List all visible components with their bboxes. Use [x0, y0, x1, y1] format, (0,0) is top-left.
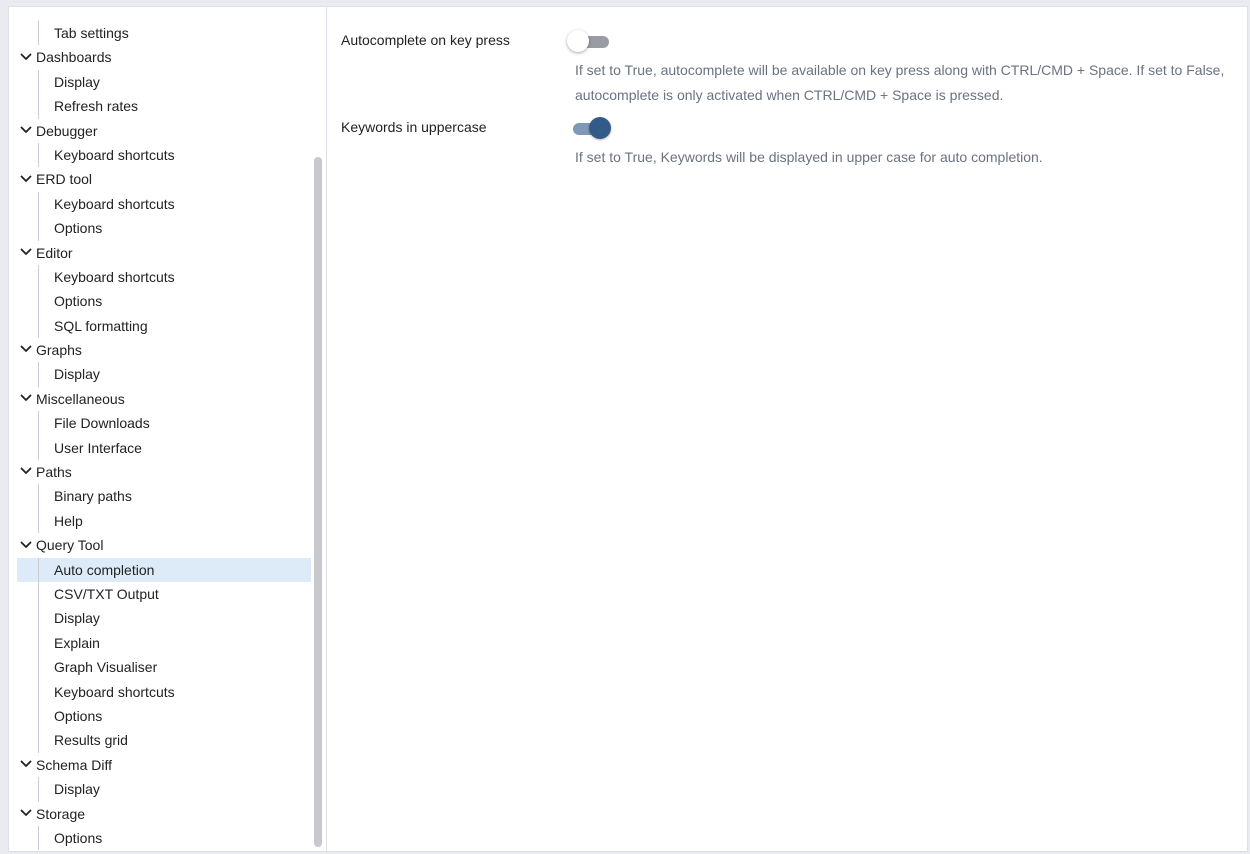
chevron-down-icon[interactable]: [19, 342, 33, 356]
sidebar-item-label: Dashboards: [36, 49, 112, 66]
sidebar-item-label: Display: [54, 366, 100, 383]
setting-help-text: If set to True, autocomplete will be ava…: [575, 62, 1225, 103]
autocomplete-toggle[interactable]: [567, 30, 615, 54]
sidebar-item-options[interactable]: Options: [17, 825, 311, 851]
sidebar-item-label: CSV/TXT Output: [54, 585, 159, 602]
sidebar-item-label: Debugger: [36, 122, 98, 139]
sidebar-group-graphs[interactable]: Graphs: [17, 338, 311, 362]
sidebar-group-debugger[interactable]: Debugger: [17, 119, 311, 143]
sidebar-item-label: Display: [54, 781, 100, 798]
sidebar-item-keyboard-shortcuts[interactable]: Keyboard shortcuts: [17, 679, 311, 705]
setting-label: Keywords in uppercase: [341, 119, 487, 135]
sidebar-item-label: Keyboard shortcuts: [54, 146, 175, 163]
sidebar-item-options[interactable]: Options: [17, 289, 311, 315]
sidebar-item-keyboard-shortcuts[interactable]: Keyboard shortcuts: [17, 142, 311, 168]
sidebar-item-tab-settings[interactable]: Tab settings: [17, 21, 311, 46]
toggle-knob: [567, 30, 589, 52]
sidebar-item-label: User Interface: [54, 439, 142, 456]
sidebar-item-results-grid[interactable]: Results grid: [17, 728, 311, 754]
preferences-sidebar: Tab settings Dashboards Display Refresh rat…: [9, 7, 327, 851]
sidebar-group-editor[interactable]: Editor: [17, 241, 311, 265]
sidebar-item-graph-visualiser[interactable]: Graph Visualiser: [17, 655, 311, 680]
sidebar-group-paths[interactable]: Paths: [17, 460, 311, 484]
sidebar-item-display[interactable]: Display: [17, 69, 311, 95]
sidebar-item-file-downloads[interactable]: File Downloads: [17, 411, 311, 437]
preferences-tree: Tab settings Dashboards Display Refresh rat…: [17, 21, 311, 851]
sidebar-item-auto-completion[interactable]: Auto completion: [17, 557, 311, 583]
sidebar-group-query-tool[interactable]: Query Tool: [17, 533, 311, 557]
sidebar-item-label: Graph Visualiser: [54, 659, 158, 676]
sidebar-group-erd-tool[interactable]: ERD tool: [17, 167, 311, 191]
toggle-knob: [589, 117, 611, 139]
sidebar-item-label: Paths: [36, 464, 72, 481]
sidebar-group-miscellaneous[interactable]: Miscellaneous: [17, 387, 311, 411]
chevron-down-icon[interactable]: [19, 538, 33, 552]
preferences-content: Autocomplete on key press If set to True…: [327, 7, 1247, 851]
sidebar-item-label: Graphs: [36, 342, 82, 359]
setting-help-text: If set to True, Keywords will be display…: [575, 149, 1043, 165]
sidebar-item-label: Explain: [54, 634, 100, 651]
sidebar-item-label: File Downloads: [54, 415, 150, 432]
sidebar-item-label: SQL formatting: [54, 317, 148, 334]
sidebar-item-display[interactable]: Display: [17, 777, 311, 802]
sidebar-item-label: Query Tool: [36, 537, 104, 554]
setting-label: Autocomplete on key press: [341, 32, 510, 48]
sidebar-item-label: Schema Diff: [36, 756, 112, 773]
sidebar-item-label: Auto completion: [54, 561, 155, 578]
chevron-down-icon[interactable]: [19, 757, 33, 771]
sidebar-item-label: Results grid: [54, 732, 128, 749]
sidebar-item-binary-paths[interactable]: Binary paths: [17, 484, 311, 510]
chevron-down-icon[interactable]: [19, 464, 33, 478]
sidebar-item-sql-formatting[interactable]: SQL formatting: [17, 313, 311, 339]
preferences-dialog: Tab settings Dashboards Display Refresh rat…: [8, 6, 1248, 852]
sidebar-item-label: Options: [54, 829, 103, 846]
sidebar-item-label: Keyboard shortcuts: [54, 195, 175, 212]
sidebar-item-keyboard-shortcuts[interactable]: Keyboard shortcuts: [17, 264, 311, 290]
sidebar-item-label: ERD tool: [36, 171, 93, 188]
sidebar-item-label: Keyboard shortcuts: [54, 683, 175, 700]
chevron-down-icon[interactable]: [19, 172, 33, 186]
sidebar-item-label: Binary paths: [54, 488, 132, 505]
sidebar-scrollbar[interactable]: [314, 157, 322, 847]
sidebar-item-display[interactable]: Display: [17, 362, 311, 388]
sidebar-item-options[interactable]: Options: [17, 216, 311, 241]
uppercase-toggle[interactable]: [567, 117, 615, 141]
sidebar-item-keyboard-shortcuts[interactable]: Keyboard shortcuts: [17, 191, 311, 217]
sidebar-item-label: Options: [54, 220, 103, 237]
chevron-down-icon[interactable]: [19, 50, 33, 64]
sidebar-item-label: Options: [54, 293, 103, 310]
sidebar-item-refresh-rates[interactable]: Refresh rates: [17, 94, 311, 119]
sidebar-item-help[interactable]: Help: [17, 508, 311, 534]
sidebar-item-explain[interactable]: Explain: [17, 630, 311, 656]
sidebar-item-label: Display: [54, 73, 100, 90]
sidebar-item-label: Display: [54, 610, 100, 627]
sidebar-item-label: Tab settings: [54, 25, 129, 41]
sidebar-item-display[interactable]: Display: [17, 606, 311, 632]
sidebar-item-options[interactable]: Options: [17, 703, 311, 729]
sidebar-item-label: Options: [54, 707, 103, 724]
chevron-down-icon[interactable]: [19, 245, 33, 259]
chevron-down-icon[interactable]: [19, 123, 33, 137]
chevron-down-icon[interactable]: [19, 806, 33, 820]
sidebar-item-user-interface[interactable]: User Interface: [17, 435, 311, 461]
sidebar-item-label: Storage: [36, 805, 86, 822]
sidebar-item-label: Refresh rates: [54, 98, 139, 115]
sidebar-group-schema-diff[interactable]: Schema Diff: [17, 753, 311, 777]
sidebar-group-storage[interactable]: Storage: [17, 802, 311, 826]
sidebar-item-label: Help: [54, 512, 83, 529]
sidebar-item-label: Editor: [36, 244, 73, 261]
sidebar-item-label: Keyboard shortcuts: [54, 268, 175, 285]
sidebar-item-csv-txt-output[interactable]: CSV/TXT Output: [17, 581, 311, 607]
sidebar-group-dashboards[interactable]: Dashboards: [17, 45, 311, 69]
sidebar-item-label: Miscellaneous: [36, 390, 125, 407]
chevron-down-icon[interactable]: [19, 391, 33, 405]
